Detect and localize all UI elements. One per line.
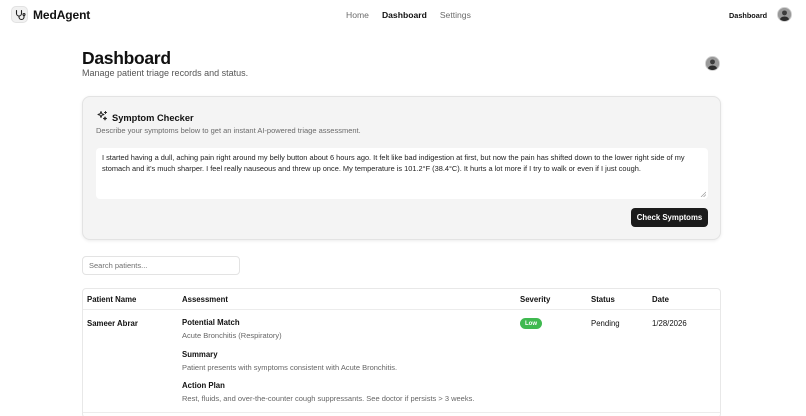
action-plan-value: Rest, fluids, and over-the-counter cough… [182, 394, 475, 403]
patients-table: Patient Name Assessment Severity Status … [82, 288, 721, 416]
col-date: Date [652, 295, 669, 304]
top-navbar: MedAgent Home Dashboard Settings Dashboa… [0, 0, 806, 30]
col-patient-name: Patient Name [87, 295, 137, 304]
date-value: 1/28/2026 [652, 319, 687, 328]
brand-name: MedAgent [33, 7, 91, 22]
symptom-checker-card: Symptom Checker Describe your symptoms b… [82, 96, 721, 240]
summary-block: Summary Patient presents with symptoms c… [182, 350, 397, 372]
nav-dashboard[interactable]: Dashboard [382, 10, 427, 20]
symptom-checker-description: Describe your symptoms below to get an i… [96, 126, 361, 135]
resize-handle-icon[interactable] [700, 191, 706, 197]
patient-name: Sameer Abrar [87, 319, 138, 328]
sparkles-icon [96, 109, 108, 127]
symptom-checker-title: Symptom Checker [112, 113, 194, 123]
symptom-checker-header: Symptom Checker [96, 109, 194, 127]
profile-avatar[interactable] [705, 56, 720, 71]
check-symptoms-button[interactable]: Check Symptoms [631, 208, 708, 227]
page-title: Dashboard [82, 48, 171, 68]
action-plan-block: Action Plan Rest, fluids, and over-the-c… [182, 381, 474, 403]
symptom-textarea-value: I started having a dull, aching pain rig… [102, 153, 685, 173]
potential-match-value: Acute Bronchitis (Respiratory) [182, 331, 282, 340]
top-dashboard-link[interactable]: Dashboard [729, 11, 767, 20]
potential-match-label: Potential Match [182, 318, 240, 327]
stethoscope-icon [11, 6, 28, 23]
main-nav: Home Dashboard Settings [346, 10, 471, 20]
potential-match-block: Potential Match Acute Bronchitis (Respir… [182, 318, 282, 340]
brand[interactable]: MedAgent [11, 6, 90, 23]
symptom-textarea[interactable]: I started having a dull, aching pain rig… [96, 148, 708, 199]
summary-value: Patient presents with symptoms consisten… [182, 363, 398, 372]
col-status: Status [591, 295, 615, 304]
nav-settings[interactable]: Settings [440, 10, 471, 20]
page-subtitle: Manage patient triage records and status… [82, 68, 249, 78]
table-header-divider [83, 309, 720, 310]
user-avatar[interactable] [777, 7, 792, 22]
search-patients-input[interactable] [82, 256, 240, 275]
severity-badge: Low [520, 318, 542, 329]
nav-home[interactable]: Home [346, 10, 369, 20]
col-assessment: Assessment [182, 295, 228, 304]
table-row-divider [83, 412, 720, 413]
summary-label: Summary [182, 350, 218, 359]
col-severity: Severity [520, 295, 551, 304]
action-plan-label: Action Plan [182, 381, 225, 390]
status-value: Pending [591, 319, 620, 328]
